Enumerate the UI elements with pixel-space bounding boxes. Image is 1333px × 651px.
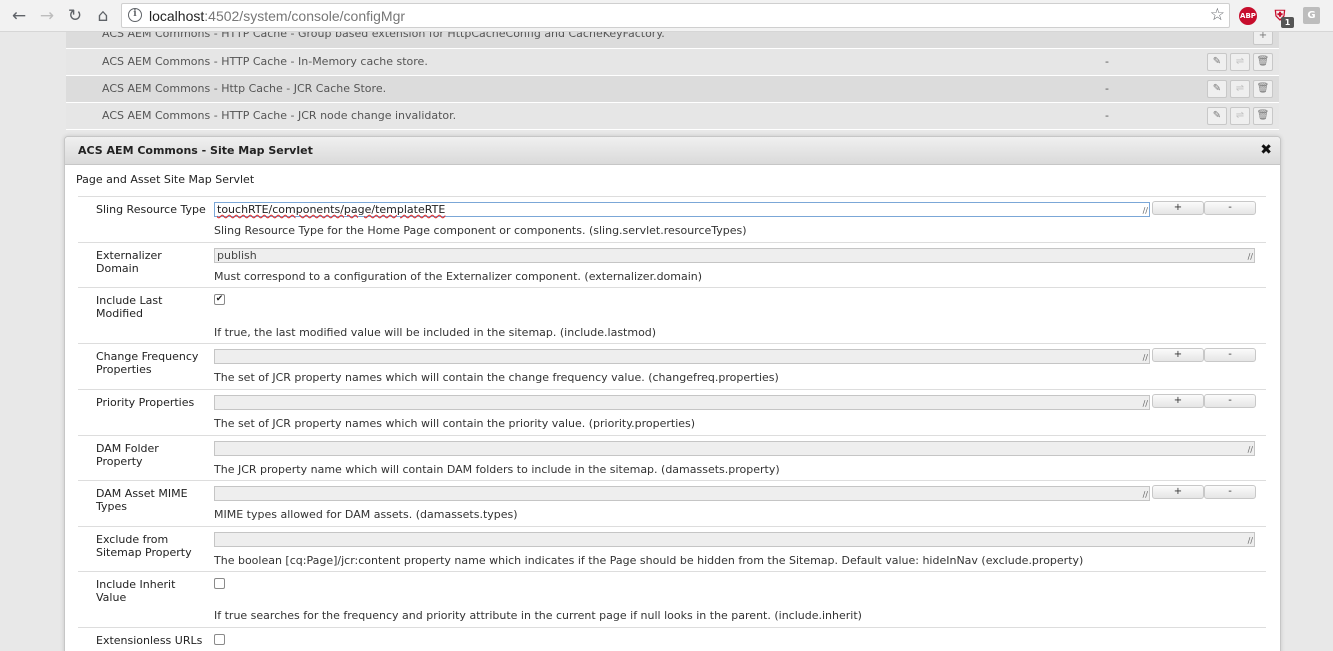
config-name[interactable]: ACS AEM Commons - HTTP Cache - In-Memory… — [102, 55, 428, 68]
adblock-icon[interactable]: ABP — [1239, 7, 1257, 25]
config-bundle: - — [1105, 55, 1109, 68]
property-hint: If true searches for the frequency and p… — [214, 609, 862, 622]
property-row: Externalizer Domain publish ∕∕ Must corre… — [78, 243, 1266, 288]
property-hint: The boolean [cq:Page]/jcr:content proper… — [214, 554, 1084, 567]
close-icon[interactable]: ✖ — [1260, 143, 1272, 157]
sling-resource-type-input[interactable]: touchRTE/components/page/templateRTE ∕∕ — [214, 202, 1150, 217]
extension-badge: 1 — [1281, 17, 1294, 28]
dam-asset-mime-types-input[interactable]: ∕∕ — [214, 486, 1150, 501]
property-label: Externalizer Domain — [96, 249, 162, 275]
page-content: ACS AEM Commons - HTTP Cache - Group bas… — [0, 32, 1333, 651]
forward-icon[interactable]: → — [37, 6, 57, 26]
remove-value-button[interactable]: - — [1204, 348, 1256, 362]
edit-icon[interactable]: ✎ — [1207, 53, 1227, 71]
dialog-description: Page and Asset Site Map Servlet — [76, 173, 255, 186]
remove-value-button[interactable]: - — [1204, 394, 1256, 408]
delete-icon[interactable]: 🗑 — [1253, 80, 1273, 98]
config-dialog: ACS AEM Commons - Site Map Servlet ✖ Pag… — [64, 136, 1281, 651]
externalizer-domain-input[interactable]: publish ∕∕ — [214, 248, 1255, 263]
config-row[interactable]: ACS AEM Commons - Http Cache - JCR Cache… — [66, 76, 1279, 103]
browser-toolbar: ← → ↻ ⌂ i localhost:4502/system/console/… — [0, 0, 1333, 32]
dialog-title: ACS AEM Commons - Site Map Servlet — [78, 144, 313, 157]
row-actions: + — [1253, 32, 1273, 45]
unbind-icon[interactable]: ⇌ — [1230, 107, 1250, 125]
remove-value-button[interactable]: - — [1204, 201, 1256, 215]
property-label: Exclude from Sitemap Property — [96, 533, 192, 559]
property-label: DAM Folder Property — [96, 442, 159, 468]
config-bundle: - — [1105, 82, 1109, 95]
property-hint: If true, the last modified value will be… — [214, 326, 657, 339]
property-hint: MIME types allowed for DAM assets. (dama… — [214, 508, 518, 521]
property-label: Change Frequency Properties — [96, 350, 199, 376]
config-list: ACS AEM Commons - HTTP Cache - Group bas… — [66, 32, 1279, 130]
unbind-icon[interactable]: ⇌ — [1230, 80, 1250, 98]
config-row[interactable]: ACS AEM Commons - HTTP Cache - JCR node … — [66, 103, 1279, 130]
row-actions: ✎ ⇌ 🗑 — [1207, 80, 1273, 98]
property-hint: The set of JCR property names which will… — [214, 371, 779, 384]
property-hint: The set of JCR property names which will… — [214, 417, 696, 430]
dam-folder-property-input[interactable]: ∕∕ — [214, 441, 1255, 456]
property-row: DAM Folder Property ∕∕ The JCR property … — [78, 436, 1266, 481]
add-value-button[interactable]: + — [1152, 348, 1204, 362]
back-icon[interactable]: ← — [9, 6, 29, 26]
include-inherit-checkbox[interactable] — [214, 578, 225, 589]
delete-icon[interactable]: 🗑 — [1253, 107, 1273, 125]
g-extension-icon[interactable]: G — [1303, 7, 1320, 24]
property-row: Change Frequency Properties ∕∕ + - The s… — [78, 344, 1266, 390]
reload-icon[interactable]: ↻ — [65, 6, 85, 26]
url-text[interactable]: localhost:4502/system/console/configMgr — [149, 8, 405, 24]
property-row: Extensionless URLs — [78, 628, 1266, 651]
home-icon[interactable]: ⌂ — [93, 6, 113, 26]
property-label: Include Inherit Value — [96, 578, 176, 604]
add-value-button[interactable]: + — [1152, 201, 1204, 215]
property-list: Sling Resource Type touchRTE/components/… — [78, 196, 1266, 651]
edit-icon[interactable]: ✎ — [1207, 107, 1227, 125]
config-row[interactable]: ACS AEM Commons - HTTP Cache - Group bas… — [66, 32, 1279, 49]
info-icon[interactable]: i — [128, 8, 142, 22]
config-name[interactable]: ACS AEM Commons - Http Cache - JCR Cache… — [102, 82, 386, 95]
property-hint: Sling Resource Type for the Home Page co… — [214, 224, 747, 237]
property-row: Exclude from Sitemap Property ∕∕ The boo… — [78, 527, 1266, 572]
property-row: Sling Resource Type touchRTE/components/… — [78, 197, 1266, 243]
config-row[interactable]: ACS AEM Commons - HTTP Cache - In-Memory… — [66, 49, 1279, 76]
dialog-header[interactable]: ACS AEM Commons - Site Map Servlet ✖ — [65, 137, 1280, 165]
extensionless-urls-checkbox[interactable] — [214, 634, 225, 645]
edit-icon[interactable]: ✎ — [1207, 80, 1227, 98]
config-name[interactable]: ACS AEM Commons - HTTP Cache - Group bas… — [102, 32, 665, 40]
property-label: Extensionless URLs — [96, 634, 203, 647]
remove-value-button[interactable]: - — [1204, 485, 1256, 499]
config-bundle: - — [1105, 109, 1109, 122]
add-value-button[interactable]: + — [1152, 394, 1204, 408]
property-row: Priority Properties ∕∕ + - The set of JC… — [78, 390, 1266, 436]
url-path: :4502/system/console/configMgr — [204, 8, 406, 24]
property-row: DAM Asset MIME Types ∕∕ + - MIME types a… — [78, 481, 1266, 527]
config-name[interactable]: ACS AEM Commons - HTTP Cache - JCR node … — [102, 109, 456, 122]
changefreq-properties-input[interactable]: ∕∕ — [214, 349, 1150, 364]
exclude-property-input[interactable]: ∕∕ — [214, 532, 1255, 547]
add-icon[interactable]: + — [1253, 32, 1273, 45]
row-actions: ✎ ⇌ 🗑 — [1207, 107, 1273, 125]
property-hint: The JCR property name which will contain… — [214, 463, 780, 476]
add-value-button[interactable]: + — [1152, 485, 1204, 499]
url-host: localhost — [149, 8, 205, 24]
property-label: Priority Properties — [96, 396, 195, 409]
property-row: Include Last Modified ✔ If true, the las… — [78, 288, 1266, 344]
property-label: DAM Asset MIME Types — [96, 487, 188, 513]
property-hint: Must correspond to a configuration of th… — [214, 270, 703, 283]
property-label: Sling Resource Type — [96, 203, 206, 216]
delete-icon[interactable]: 🗑 — [1253, 53, 1273, 71]
priority-properties-input[interactable]: ∕∕ — [214, 395, 1150, 410]
address-bar[interactable]: i localhost:4502/system/console/configMg… — [121, 3, 1230, 28]
unbind-icon[interactable]: ⇌ — [1230, 53, 1250, 71]
bookmark-star-icon[interactable]: ☆ — [1210, 5, 1225, 25]
property-label: Include Last Modified — [96, 294, 163, 320]
include-last-modified-checkbox[interactable]: ✔ — [214, 294, 225, 305]
row-actions: ✎ ⇌ 🗑 — [1207, 53, 1273, 71]
property-row: Include Inherit Value If true searches f… — [78, 572, 1266, 628]
